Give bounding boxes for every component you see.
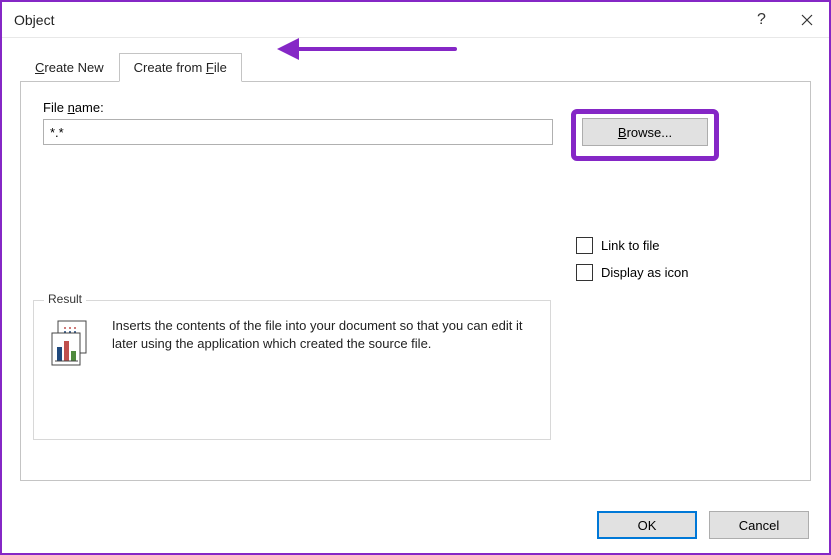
close-button[interactable] [784,3,829,37]
link-to-file-row[interactable]: Link to file [576,237,688,254]
annotation-browse-highlight: Browse... [571,109,719,161]
file-row: Browse... [43,119,788,161]
titlebar: Object ? [2,2,829,38]
close-icon [801,14,813,26]
help-button[interactable]: ? [739,3,784,37]
browse-button[interactable]: Browse... [582,118,708,146]
result-group: Result Inserts the contents of the file … [33,300,551,440]
checkbox-icon[interactable] [576,237,593,254]
display-as-icon-label: Display as icon [601,265,688,280]
result-legend: Result [44,292,86,306]
tab-create-from-file[interactable]: Create from File [119,53,242,82]
checkbox-icon[interactable] [576,264,593,281]
dialog-footer: OK Cancel [597,511,809,539]
cancel-button[interactable]: Cancel [709,511,809,539]
checkbox-group: Link to file Display as icon [576,237,688,291]
display-as-icon-row[interactable]: Display as icon [576,264,688,281]
dialog-content: Create New Create from File File name: B… [2,38,829,499]
result-description: Inserts the contents of the file into yo… [112,317,536,367]
dialog-title: Object [14,12,739,28]
link-to-file-label: Link to file [601,238,660,253]
tab-create-new[interactable]: Create New [20,53,119,82]
tab-strip: Create New Create from File [20,53,811,82]
ok-button[interactable]: OK [597,511,697,539]
file-name-input[interactable] [43,119,553,145]
insert-object-icon [48,319,96,367]
tab-panel: File name: Browse... Link to file Displa… [20,81,811,481]
